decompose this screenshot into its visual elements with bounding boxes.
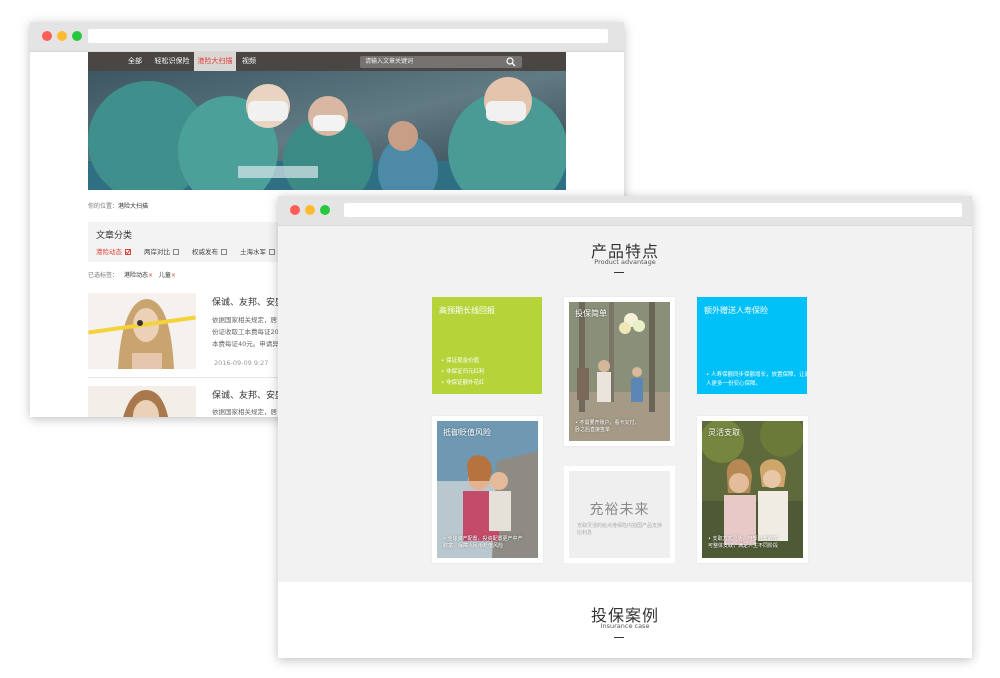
checkbox-icon[interactable] xyxy=(269,249,275,255)
front-viewport: 产品特点 Product advantage 高预期长线回报 • 保证现金价值 … xyxy=(278,226,972,658)
card-title: 高预期长线回报 xyxy=(439,306,495,315)
nav-item-hk-scan[interactable]: 港险大扫描 xyxy=(194,52,236,71)
woman-with-tape-photo xyxy=(88,293,196,369)
selected-tags: 已选标签： 港险动态× 儿童× xyxy=(88,270,176,279)
screenshot-stage: 全部 轻松识保险 港险大扫描 视频 请输入文章关键词 你的位置：港险大扫描 文章… xyxy=(0,0,1000,678)
breadcrumb-current[interactable]: 港险大扫描 xyxy=(118,203,148,210)
card-bullet: • 非保证归元红利 xyxy=(441,369,485,375)
card-note: • 全球资产配置，投资配置更产中产 xyxy=(443,536,523,542)
address-bar[interactable] xyxy=(344,203,962,217)
breadcrumb-prefix: 你的位置： xyxy=(88,203,119,210)
article-excerpt-line: 依据国家相关规定，居 xyxy=(212,408,277,416)
feature-card-long-term-return[interactable]: 高预期长线回报 • 保证现金价值 • 非保证归元红利 • 非保证额外花红 xyxy=(432,297,542,394)
article-excerpt-line: 本费每证40元。申请异 xyxy=(212,340,279,348)
insurance-case-section: 投保案例 Insurance case xyxy=(278,582,972,658)
card-bullet: • 非保证额外花红 xyxy=(441,380,485,386)
card-note: • 不需要开账户，看卡又付， xyxy=(575,420,640,426)
feature-card-flexible-withdrawal[interactable]: 灵活支取 • 支取方式灵活，可部分支取亦 可整体支取，满足人生不同阶段 xyxy=(697,416,808,563)
card-title: 充裕未来 xyxy=(589,502,650,518)
card-title: 额外赠送人寿保险 xyxy=(704,306,768,315)
article-thumbnail[interactable] xyxy=(88,293,196,369)
selected-tag[interactable]: 港险动态× xyxy=(124,272,153,279)
checkbox-checked-icon[interactable] xyxy=(125,249,131,255)
card-bullet: • 保证现金价值 xyxy=(441,358,479,364)
search-box[interactable]: 请输入文章关键词 xyxy=(360,56,522,68)
front-browser-window: 产品特点 Product advantage 高预期长线回报 • 保证现金价值 … xyxy=(278,196,972,658)
category-item-hk-news[interactable]: 港险动态 xyxy=(96,246,131,256)
article-date: 2016-09-09 9:27 xyxy=(214,359,269,367)
surgeons-photo xyxy=(88,71,566,190)
category-label: 港险动态 xyxy=(96,248,122,256)
card-note: 财富，保障人民币贬值风险 xyxy=(443,543,504,549)
card-title: 灵活支取 xyxy=(708,428,740,437)
selected-tag[interactable]: 儿童× xyxy=(159,272,176,279)
card-note: 可整体支取，满足人生不同阶段 xyxy=(708,543,779,549)
nav-item-easy-insurance[interactable]: 轻松识保险 xyxy=(152,52,192,71)
feature-card-abundant-future[interactable]: 充裕未来 支取灵活的给点港保险内拍国产品支持比利息 xyxy=(564,466,675,563)
article-thumbnail[interactable] xyxy=(88,386,196,417)
address-bar[interactable] xyxy=(88,29,608,43)
remove-icon[interactable]: × xyxy=(148,272,153,279)
article-excerpt-line: 份证收取工本费每证20 xyxy=(212,328,279,336)
category-label: 两岸对比 xyxy=(144,248,170,256)
feature-card-life-insurance[interactable]: 额外赠送人寿保险 • 人寿保额同步保额增长，放置保障，让家 人更多一份安心保障。 xyxy=(697,297,807,394)
category-label: 土海水军 xyxy=(240,248,266,256)
search-placeholder: 请输入文章关键词 xyxy=(365,58,414,65)
category-item-official[interactable]: 权威发布 xyxy=(192,246,227,256)
magnifier-icon[interactable] xyxy=(506,57,516,67)
nav-item-all[interactable]: 全部 xyxy=(124,52,146,71)
maximize-dot[interactable] xyxy=(72,31,82,41)
card-note: • 支取方式灵活，可部分支取亦 xyxy=(708,536,778,542)
section-subtitle: Product advantage xyxy=(594,258,656,266)
card-bullet: 人更多一份安心保障。 xyxy=(706,381,762,387)
category-label: 权威发布 xyxy=(192,248,218,256)
product-advantage-section: 产品特点 Product advantage 高预期长线回报 • 保证现金价值 … xyxy=(278,226,972,582)
close-dot[interactable] xyxy=(42,31,52,41)
card-title: 抵御贬值风险 xyxy=(443,428,491,437)
minimize-dot[interactable] xyxy=(57,31,67,41)
feature-card-simple-enroll[interactable]: 投保简单 • 不需要开账户，看卡又付， 卧之后直接签单 xyxy=(564,297,675,446)
checkbox-icon[interactable] xyxy=(173,249,179,255)
breadcrumb: 你的位置：港险大扫描 xyxy=(88,201,148,210)
category-title: 文章分类 xyxy=(96,231,133,241)
feature-card-anti-depreciation[interactable]: 抵御贬值风险 • 全球资产配置，投资配置更产中产 财富，保障人民币贬值风险 xyxy=(432,416,543,563)
section-divider xyxy=(614,272,624,273)
card-bullet: • 人寿保额同步保额增长，放置保障，让家 xyxy=(706,372,807,378)
top-nav: 全部 轻松识保险 港险大扫描 视频 请输入文章关键词 xyxy=(88,52,566,71)
category-item-other[interactable]: 土海水军 xyxy=(240,246,275,256)
section-subtitle: Insurance case xyxy=(600,622,650,630)
close-dot[interactable] xyxy=(290,205,300,215)
checkbox-icon[interactable] xyxy=(221,249,227,255)
category-item-comparison[interactable]: 两岸对比 xyxy=(144,246,179,256)
browser-titlebar xyxy=(278,196,972,226)
minimize-dot[interactable] xyxy=(305,205,315,215)
nav-item-video[interactable]: 视频 xyxy=(238,52,260,71)
woman-portrait-photo xyxy=(88,386,196,417)
selected-tags-label: 已选标签： xyxy=(88,272,119,279)
browser-titlebar xyxy=(30,22,624,52)
article-excerpt-line: 依据国家相关规定，居 xyxy=(212,316,277,324)
card-text: 支取灵活的给点港保险内拍国产品支持比利息 xyxy=(577,523,663,536)
hero-banner-surgeons xyxy=(88,71,566,190)
remove-icon[interactable]: × xyxy=(171,272,176,279)
section-divider xyxy=(614,637,624,638)
maximize-dot[interactable] xyxy=(320,205,330,215)
card-title: 投保简单 xyxy=(575,309,607,318)
card-note: 卧之后直接签单 xyxy=(575,427,611,433)
